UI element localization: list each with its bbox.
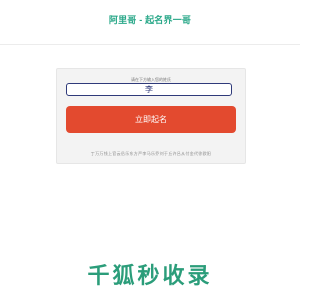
page: 阿里哥 - 起名界一哥 请在下方输入您的姓氏 立即起名 丁万万钱上官云岳乐东方严… [0,0,300,300]
naming-form-card: 请在下方输入您的姓氏 立即起名 丁万万钱上官云岳乐东方严李马乐乔刘于丘许吕从付金… [56,68,246,164]
surname-input[interactable] [66,83,232,96]
header: 阿里哥 - 起名界一哥 [0,0,300,45]
start-naming-button[interactable]: 立即起名 [66,106,236,133]
surname-examples: 丁万万钱上官云岳乐东方严李马乐乔刘于丘许吕从付金代徐欧阳 [90,151,212,156]
watermark-logo: 千狐秒收录 [87,264,213,289]
site-title[interactable]: 阿里哥 - 起名界一哥 [0,13,300,26]
